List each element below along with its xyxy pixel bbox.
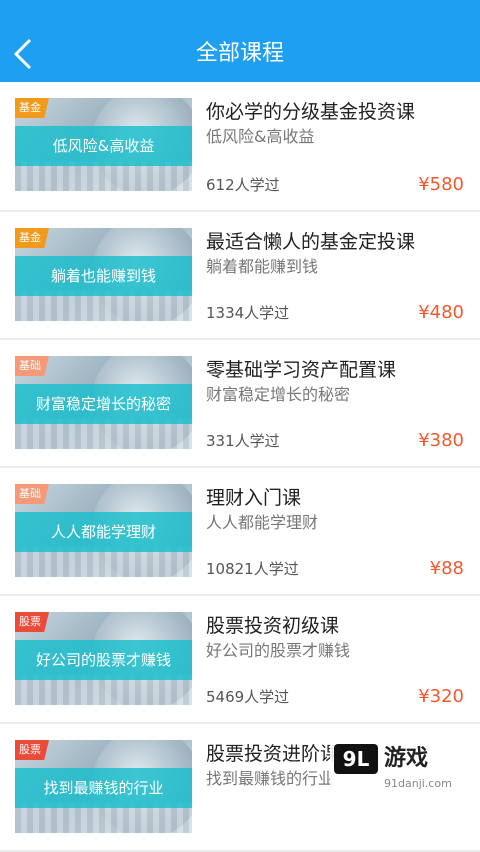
category-tag: 基金	[15, 228, 49, 248]
category-tag: 基金	[15, 98, 49, 118]
page-title: 全部课程	[195, 41, 284, 66]
course-thumbnail: 人人都能学理财 基础	[15, 484, 192, 577]
course-thumbnail: 财富稳定增长的秘密 基础	[15, 356, 192, 449]
watermark-name: 游戏	[384, 746, 429, 771]
course-title: 最适合懒人的基金定投课	[206, 231, 416, 253]
thumbnail-banner-text: 好公司的股票才赚钱	[35, 651, 171, 669]
category-tag: 股票	[15, 740, 49, 760]
course-title: 零基础学习资产配置课	[206, 359, 397, 381]
course-title: 股票投资初级课	[206, 615, 340, 637]
course-item[interactable]: 好公司的股票才赚钱 股票 股票投资初级课 好公司的股票才赚钱 5469人学过 ¥…	[0, 596, 480, 724]
watermark-url: 91danji.com	[384, 777, 452, 790]
thumbnail-banner-text: 财富稳定增长的秘密	[35, 395, 171, 413]
course-thumbnail: 躺着也能赚到钱 基金	[15, 228, 192, 321]
course-subtitle: 好公司的股票才赚钱	[206, 641, 351, 660]
learner-count: 331人学过	[206, 432, 280, 450]
learner-count: 5469人学过	[206, 688, 290, 706]
thumbnail-banner-text: 找到最赚钱的行业	[43, 779, 164, 797]
course-price: ¥580	[418, 174, 464, 195]
thumbnail-banner-text: 躺着也能赚到钱	[50, 267, 156, 285]
category-tag: 基础	[15, 484, 49, 504]
course-price: ¥480	[418, 302, 464, 323]
course-title: 理财入门课	[206, 487, 302, 509]
course-title: 你必学的分级基金投资课	[206, 101, 416, 123]
course-item[interactable]: 躺着也能赚到钱 基金 最适合懒人的基金定投课 躺着都能赚到钱 1334人学过 ¥…	[0, 212, 480, 340]
course-subtitle: 低风险&高收益	[206, 127, 315, 146]
course-item[interactable]: 财富稳定增长的秘密 基础 零基础学习资产配置课 财富稳定增长的秘密 331人学过…	[0, 340, 480, 468]
category-tag: 股票	[15, 612, 49, 632]
course-price: ¥88	[429, 558, 464, 579]
thumbnail-banner-text: 人人都能学理财	[50, 523, 156, 541]
course-list: 低风险&高收益 基金 你必学的分级基金投资课 低风险&高收益 612人学过 ¥5…	[0, 82, 480, 852]
course-subtitle: 躺着都能赚到钱	[206, 257, 319, 276]
learner-count: 10821人学过	[206, 560, 299, 578]
site-watermark: 9L 游戏 91danji.com	[330, 740, 480, 800]
app-header: 全部课程	[0, 0, 480, 82]
course-price: ¥320	[418, 686, 464, 707]
course-item[interactable]: 低风险&高收益 基金 你必学的分级基金投资课 低风险&高收益 612人学过 ¥5…	[0, 82, 480, 212]
course-thumbnail: 好公司的股票才赚钱 股票	[15, 612, 192, 705]
course-subtitle: 人人都能学理财	[206, 513, 319, 532]
category-tag: 基础	[15, 356, 49, 376]
course-thumbnail: 低风险&高收益 基金	[15, 98, 192, 191]
learner-count: 612人学过	[206, 176, 280, 194]
learner-count: 1334人学过	[206, 304, 290, 322]
course-subtitle: 财富稳定增长的秘密	[206, 385, 351, 404]
course-thumbnail: 找到最赚钱的行业 股票	[15, 740, 192, 833]
course-item[interactable]: 人人都能学理财 基础 理财入门课 人人都能学理财 10821人学过 ¥88	[0, 468, 480, 596]
watermark-logo: 9L	[334, 744, 378, 774]
thumbnail-banner-text: 低风险&高收益	[52, 137, 155, 155]
course-price: ¥380	[418, 430, 464, 451]
